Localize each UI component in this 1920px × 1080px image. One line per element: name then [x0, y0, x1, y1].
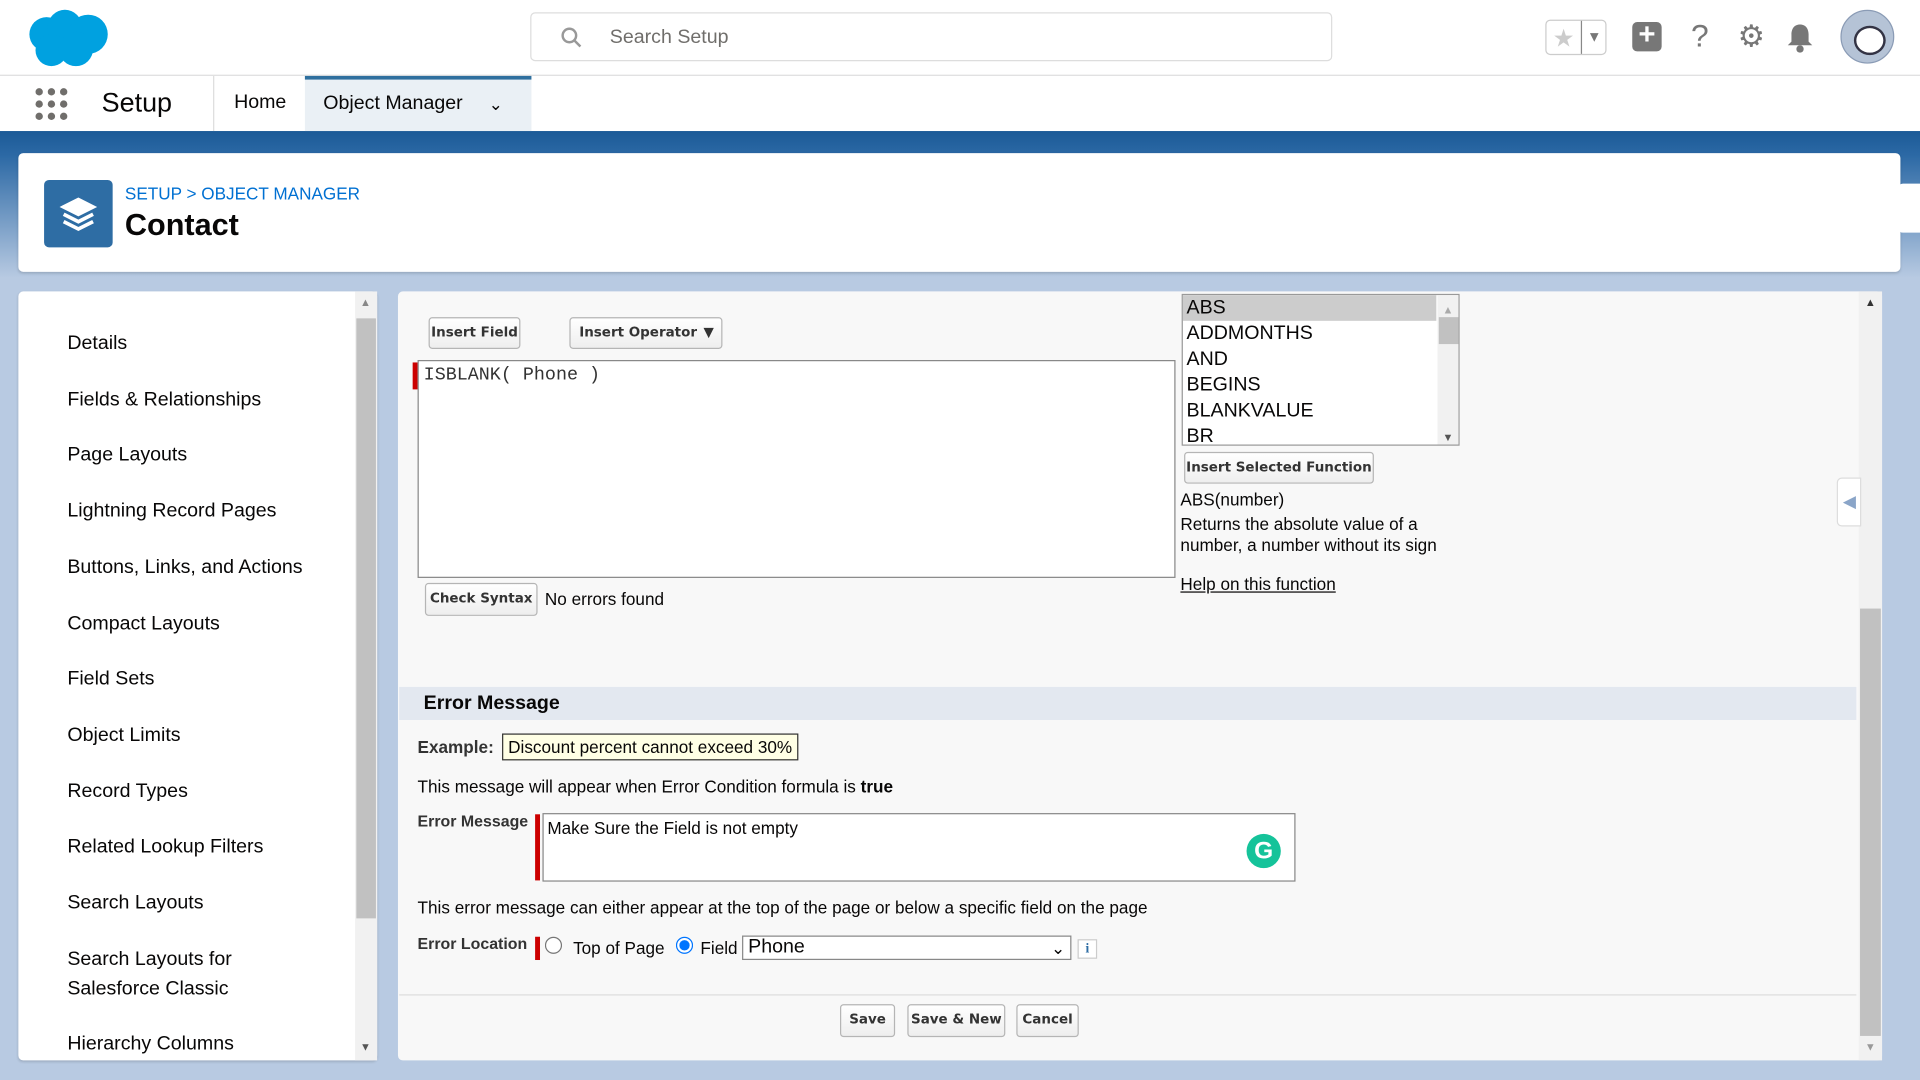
note-text: This message will appear when Error Cond… — [417, 776, 861, 796]
tab-home[interactable]: Home — [213, 75, 306, 132]
sidebar-item-object-limits[interactable]: Object Limits — [67, 721, 180, 750]
save-new-button[interactable]: Save & New — [907, 1004, 1006, 1038]
list-item[interactable]: BLANKVALUE — [1183, 398, 1459, 424]
sidebar: Details Fields & Relationships Page Layo… — [18, 291, 378, 1061]
plus-icon[interactable]: + — [1632, 20, 1662, 52]
sidebar-item-hierarchy-columns[interactable]: Hierarchy Columns — [67, 1030, 234, 1059]
section-header: Error Message — [399, 686, 1857, 721]
button-label: Insert Operator — [579, 324, 698, 341]
search-box[interactable]: Search Setup — [530, 12, 1333, 62]
sidebar-item-page-layouts[interactable]: Page Layouts — [67, 441, 187, 470]
radio-top-of-page[interactable] — [544, 936, 563, 954]
object-manager-icon — [44, 180, 113, 248]
bell-icon[interactable] — [1787, 22, 1814, 54]
condition-note: This message will appear when Error Cond… — [418, 776, 893, 796]
page-title: Contact — [124, 208, 239, 243]
list-scrollbar[interactable]: ▲ ▼ — [1437, 295, 1459, 445]
cancel-button[interactable]: Cancel — [1016, 1004, 1079, 1038]
collapse-tab[interactable] — [1897, 183, 1920, 233]
collapse-panel-button[interactable]: ◀ — [1836, 477, 1862, 527]
insert-field-button[interactable]: Insert Field — [428, 317, 521, 349]
sidebar-scrollbar[interactable]: ▲ ▼ — [355, 291, 378, 1061]
list-item[interactable]: ABS — [1182, 295, 1437, 321]
sidebar-item-buttons-links[interactable]: Buttons, Links, and Actions — [67, 553, 302, 582]
error-message-label: Error Message — [417, 811, 529, 831]
app-name: Setup — [101, 86, 173, 118]
function-signature: ABS(number) — [1180, 489, 1285, 510]
error-location-label: Error Location — [417, 934, 528, 953]
sidebar-item-fields[interactable]: Fields & Relationships — [67, 386, 261, 415]
app-launcher-icon[interactable] — [34, 87, 68, 121]
chevron-down-icon[interactable]: ⌄ — [489, 80, 503, 129]
sidebar-item-field-sets[interactable]: Field Sets — [67, 665, 154, 694]
star-icon: ★ — [1552, 25, 1575, 53]
divider — [399, 994, 1857, 996]
list-item[interactable]: AND — [1183, 347, 1459, 373]
syntax-status: No errors found — [544, 588, 665, 609]
list-item[interactable]: ADDMONTHS — [1183, 321, 1459, 347]
grammarly-icon[interactable]: G — [1246, 833, 1281, 869]
example-label: Example: — [417, 737, 494, 757]
sidebar-item-lookup-filters[interactable]: Related Lookup Filters — [67, 833, 263, 862]
salesforce-logo[interactable] — [24, 7, 110, 68]
info-icon[interactable]: i — [1077, 939, 1098, 959]
insert-operator-button[interactable]: Insert Operator ▼ — [569, 317, 723, 349]
formula-editor[interactable]: ISBLANK( Phone ) — [417, 360, 1176, 578]
radio-label: Field — [700, 937, 738, 958]
formula-text: ISBLANK( Phone ) — [423, 364, 601, 386]
list-item[interactable]: BR — [1183, 424, 1459, 444]
tab-label: Object Manager — [323, 93, 463, 114]
dropdown-arrow-icon: ▼ — [703, 324, 714, 341]
main-scrollbar[interactable]: ▲ ▼ — [1858, 291, 1883, 1061]
location-note: This error message can either appear at … — [417, 897, 1148, 918]
main-panel: Insert Field Insert Operator ▼ ISBLANK( P… — [397, 291, 1883, 1061]
error-message-input[interactable]: Make Sure the Field is not empty G — [542, 813, 1296, 882]
chevron-down-icon: ⌄ — [1050, 937, 1066, 958]
sidebar-item-search-layouts-classic[interactable]: Search Layouts for Salesforce Classic — [67, 945, 275, 1004]
help-icon[interactable]: ? — [1691, 17, 1709, 55]
search-input[interactable]: Search Setup — [610, 27, 729, 49]
function-list[interactable]: ABS ADDMONTHS AND BEGINS BLANKVALUE BR ▲… — [1181, 293, 1460, 446]
gear-icon[interactable]: ⚙ — [1738, 18, 1765, 55]
radio-field[interactable] — [675, 936, 694, 954]
favorites-button[interactable]: ★ ▼ — [1545, 19, 1607, 56]
sidebar-item-compact-layouts[interactable]: Compact Layouts — [67, 610, 219, 639]
sidebar-item-record-types[interactable]: Record Types — [67, 778, 188, 807]
scrollbar-thumb[interactable] — [356, 318, 376, 919]
tab-label: Home — [234, 91, 287, 113]
scrollbar-thumb[interactable] — [1860, 608, 1881, 1036]
save-button[interactable]: Save — [840, 1004, 896, 1038]
sidebar-item-search-layouts[interactable]: Search Layouts — [67, 889, 203, 918]
example-value: Discount percent cannot exceed 30% — [502, 733, 799, 761]
app-nav: Setup Home Object Manager ⌄ — [0, 75, 1920, 132]
chevron-left-icon: ◀ — [1842, 491, 1857, 511]
message-text: Make Sure the Field is not empty — [547, 817, 798, 838]
note-bold: true — [860, 776, 894, 796]
section-title: Error Message — [423, 693, 560, 714]
sidebar-item-details[interactable]: Details — [67, 329, 127, 358]
select-value: Phone — [748, 936, 805, 958]
tab-object-manager[interactable]: Object Manager ⌄ — [304, 75, 532, 132]
global-header: Search Setup ★ ▼ + ? ⚙ — [0, 0, 1920, 76]
search-icon — [561, 27, 582, 48]
chevron-down-icon[interactable]: ▼ — [1580, 20, 1607, 54]
list-item[interactable]: BEGINS — [1183, 372, 1459, 398]
field-select[interactable]: Phone ⌄ — [742, 935, 1072, 961]
sidebar-item-lightning-pages[interactable]: Lightning Record Pages — [67, 497, 276, 526]
breadcrumb[interactable]: SETUP > OBJECT MANAGER — [125, 184, 360, 204]
help-link[interactable]: Help on this function — [1180, 574, 1335, 594]
check-syntax-button[interactable]: Check Syntax — [424, 582, 538, 616]
avatar[interactable] — [1840, 9, 1895, 64]
function-description: Returns the absolute value of a number, … — [1180, 514, 1437, 555]
insert-function-button[interactable]: Insert Selected Function — [1184, 451, 1374, 484]
page-header: SETUP > OBJECT MANAGER Contact — [18, 153, 1901, 272]
radio-label: Top of Page — [573, 937, 665, 958]
